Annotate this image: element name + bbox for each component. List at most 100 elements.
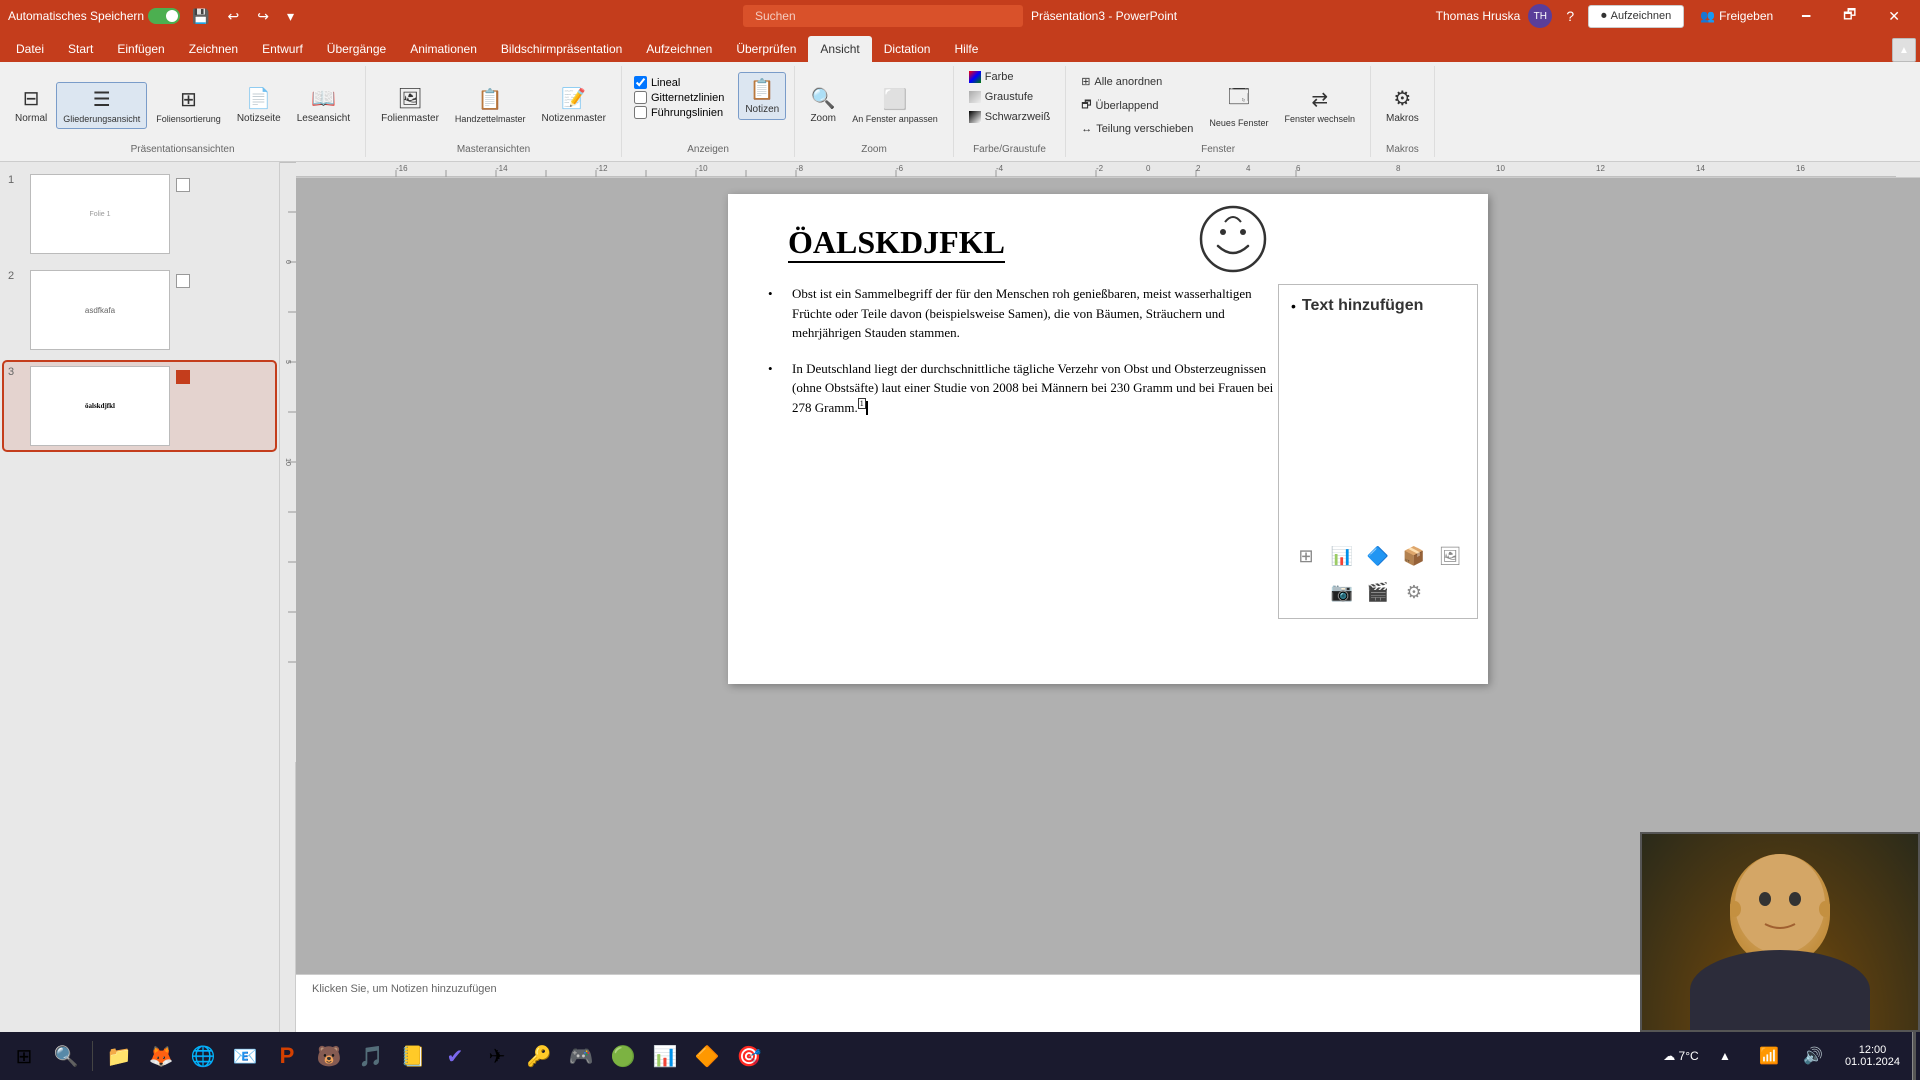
tab-ansicht[interactable]: Ansicht — [808, 36, 871, 62]
ribbon-btn-neues-fenster[interactable]: 🗔 Neues Fenster — [1202, 77, 1275, 133]
insert-icon-icon[interactable]: ⚙ — [1400, 578, 1428, 606]
minimize-button[interactable]: 🗕 — [1789, 0, 1823, 32]
taskbar-app7[interactable]: 🟢 — [603, 1036, 643, 1076]
tab-datei[interactable]: Datei — [4, 36, 56, 62]
share-button[interactable]: 👥 Freigeben — [1692, 5, 1781, 27]
ruler-vertical: 0 5 10 — [280, 162, 296, 1054]
tab-dictation[interactable]: Dictation — [872, 36, 943, 62]
autosave-switch[interactable] — [148, 8, 180, 24]
ribbon-btn-uberlappend[interactable]: 🗗 Überlappend — [1074, 93, 1200, 118]
ribbon-btn-makros[interactable]: ⚙ Makros — [1379, 81, 1426, 129]
insert-chart-icon[interactable]: 📊 — [1328, 542, 1356, 570]
tab-zeichnen[interactable]: Zeichnen — [177, 36, 250, 62]
taskbar-explorer[interactable]: 📁 — [99, 1036, 139, 1076]
taskbar-app9[interactable]: 🎯 — [729, 1036, 769, 1076]
record-icon: ⏺ — [1601, 10, 1607, 23]
taskbar-app8[interactable]: 🔶 — [687, 1036, 727, 1076]
taskbar-network[interactable]: 📶 — [1749, 1036, 1789, 1076]
help-icon[interactable]: ? — [1560, 6, 1580, 26]
show-desktop-button[interactable] — [1912, 1032, 1916, 1080]
insert-image-icon[interactable]: 🖼 — [1436, 542, 1464, 570]
more-button[interactable]: ▾ — [281, 6, 300, 27]
taskbar-app3[interactable]: 📒 — [393, 1036, 433, 1076]
slide-thumb-1[interactable]: 1 Folie 1 — [4, 170, 275, 258]
tab-uebergaenge[interactable]: Übergänge — [315, 36, 398, 62]
leseansicht-icon: 📖 — [311, 86, 336, 111]
fuehrung-checkbox[interactable]: Führungslinien — [634, 106, 724, 119]
ribbon-collapse-button[interactable]: ▲ — [1892, 38, 1916, 62]
insert-photo-icon[interactable]: 📷 — [1328, 578, 1356, 606]
ribbon-btn-notizseite[interactable]: 📄 Notizseite — [230, 81, 288, 129]
ribbon-btn-fenster-wechseln[interactable]: ⇄ Fenster wechseln — [1277, 82, 1362, 129]
gitternetz-checkbox[interactable]: Gitternetzlinien — [634, 91, 724, 104]
autosave-toggle[interactable]: Automatisches Speichern — [8, 8, 180, 24]
tab-einfuegen[interactable]: Einfügen — [105, 36, 176, 62]
ribbon-btn-folienmaster[interactable]: 🖼 Folienmaster — [374, 81, 446, 129]
zoom-label: Zoom — [810, 113, 836, 124]
insert-table-icon[interactable]: ⊞ — [1292, 542, 1320, 570]
ribbon-btn-graustufe[interactable]: Graustufe — [962, 88, 1040, 106]
insert-3d-icon[interactable]: 📦 — [1400, 542, 1428, 570]
taskbar-volume[interactable]: 🔊 — [1793, 1036, 1833, 1076]
text-cursor — [866, 401, 868, 415]
ribbon-btn-handzettelmaster[interactable]: 📋 Handzettelmaster — [448, 82, 533, 129]
folienmaster-label: Folienmaster — [381, 113, 439, 124]
ribbon-btn-normal[interactable]: ⊟ Normal — [8, 81, 54, 129]
ribbon-group-fenster-content: ⊞ Alle anordnen 🗗 Überlappend ↔ Teilung … — [1074, 68, 1362, 142]
svg-text:0: 0 — [1146, 164, 1151, 173]
restore-button[interactable]: 🗗 — [1831, 0, 1868, 32]
tab-hilfe[interactable]: Hilfe — [942, 36, 990, 62]
group-fenster-label: Fenster — [1201, 142, 1235, 155]
taskbar-chrome[interactable]: 🌐 — [183, 1036, 223, 1076]
ribbon-group-anzeigen: Lineal Gitternetzlinien Führungslinien 📋… — [622, 66, 795, 157]
slide-bullet-2: • In Deutschland liegt der durchschnittl… — [768, 359, 1288, 418]
taskbar-powerpoint[interactable]: P — [267, 1036, 307, 1076]
ribbon-btn-leseansicht[interactable]: 📖 Leseansicht — [290, 81, 357, 129]
ribbon-btn-schwarzweiss[interactable]: Schwarzweiß — [962, 108, 1057, 126]
taskbar-excel[interactable]: 📊 — [645, 1036, 685, 1076]
ribbon-btn-notizenmaster[interactable]: 📝 Notizenmaster — [534, 81, 612, 129]
tab-entwurf[interactable]: Entwurf — [250, 36, 315, 62]
slide-right-box[interactable]: • Text hinzufügen ⊞ 📊 🔷 📦 🖼 📷 🎬 — [1278, 284, 1478, 619]
taskbar-email[interactable]: 📧 — [225, 1036, 265, 1076]
taskbar-search[interactable]: 🔍 — [46, 1036, 86, 1076]
close-button[interactable]: ✕ — [1876, 0, 1912, 32]
ribbon-btn-gliederung[interactable]: ☰ Gliederungsansicht — [56, 82, 147, 129]
redo-button[interactable]: ↪ — [251, 6, 275, 27]
record-button[interactable]: ⏺ Aufzeichnen — [1588, 5, 1684, 28]
taskbar-weather[interactable]: ☁ 7°C — [1661, 1036, 1701, 1076]
ribbon-btn-an-fenster[interactable]: ⬜ An Fenster anpassen — [845, 82, 945, 129]
taskbar-telegram[interactable]: ✈ — [477, 1036, 517, 1076]
start-button[interactable]: ⊞ — [4, 1036, 44, 1076]
undo-button[interactable]: ↩ — [222, 6, 246, 27]
ribbon-btn-notizen[interactable]: 📋 Notizen — [738, 72, 786, 120]
taskbar-app4[interactable]: ✔ — [435, 1036, 475, 1076]
slide-canvas[interactable]: ÖALSKDJFKL • Obst ist ein Sammelbegriff … — [728, 194, 1488, 684]
ribbon-btn-alle-anordnen[interactable]: ⊞ Alle anordnen — [1074, 72, 1200, 91]
tab-bildschirm[interactable]: Bildschirmpräsentation — [489, 36, 634, 62]
lineal-checkbox[interactable]: Lineal — [634, 76, 724, 89]
taskbar-app1[interactable]: 🐻 — [309, 1036, 349, 1076]
taskbar-clock[interactable]: 12:00 01.01.2024 — [1837, 1044, 1908, 1068]
taskbar-app5[interactable]: 🔑 — [519, 1036, 559, 1076]
taskbar-system-tray[interactable]: ▲ — [1705, 1036, 1745, 1076]
slide-panel: 1 Folie 1 2 asdfkafa 3 öalskdjfkl — [0, 162, 280, 1054]
save-button[interactable]: 💾 — [186, 6, 215, 27]
ribbon-btn-zoom[interactable]: 🔍 Zoom — [803, 81, 843, 129]
slide-title[interactable]: ÖALSKDJFKL — [788, 224, 1005, 263]
tab-ueberpruef[interactable]: Überprüfen — [724, 36, 808, 62]
slide-thumb-3[interactable]: 3 öalskdjfkl — [4, 362, 275, 450]
ribbon-btn-foliensortierung[interactable]: ⊞ Foliensortierung — [149, 82, 228, 129]
tab-aufzeichnen[interactable]: Aufzeichnen — [634, 36, 724, 62]
slide-thumb-2[interactable]: 2 asdfkafa — [4, 266, 275, 354]
insert-video-icon[interactable]: 🎬 — [1364, 578, 1392, 606]
taskbar-app6[interactable]: 🎮 — [561, 1036, 601, 1076]
insert-smartart-icon[interactable]: 🔷 — [1364, 542, 1392, 570]
ribbon-btn-farbe[interactable]: Farbe — [962, 68, 1021, 86]
tab-animationen[interactable]: Animationen — [398, 36, 489, 62]
taskbar-app2[interactable]: 🎵 — [351, 1036, 391, 1076]
search-input[interactable] — [743, 5, 1023, 27]
ribbon-btn-teilung[interactable]: ↔ Teilung verschieben — [1074, 120, 1200, 138]
taskbar-firefox[interactable]: 🦊 — [141, 1036, 181, 1076]
tab-start[interactable]: Start — [56, 36, 105, 62]
